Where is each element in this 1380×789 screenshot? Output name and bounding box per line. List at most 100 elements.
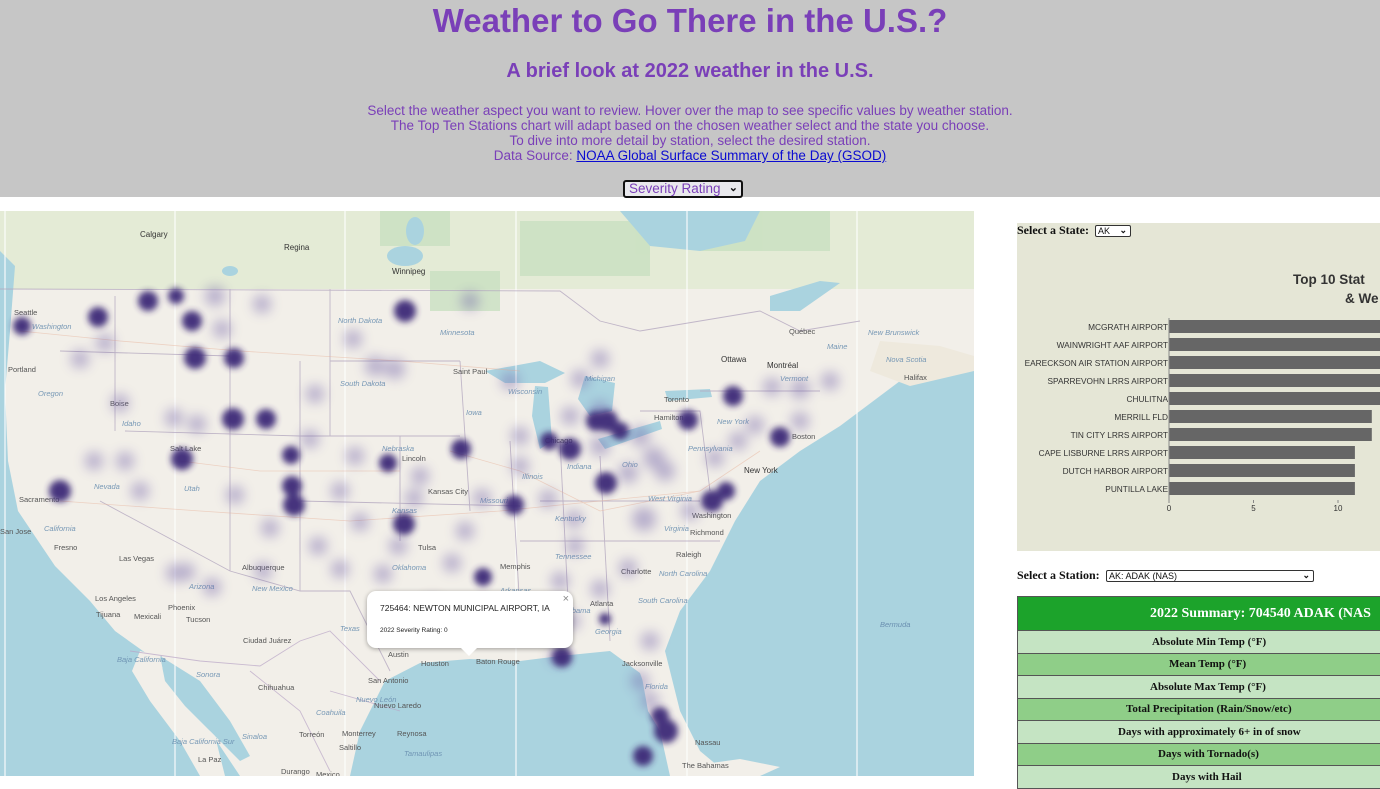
svg-text:Nova Scotia: Nova Scotia [886,355,926,364]
chart-x-tick-label: 0 [1167,504,1172,513]
chart-bar[interactable] [1169,482,1355,495]
weather-heat-map[interactable]: Calgary Regina Winnipeg Seattle Portland… [0,211,974,776]
tooltip-station-name: 725464: NEWTON MUNICIPAL AIRPORT, IA [380,603,550,613]
weather-aspect-select[interactable]: Severity Rating ⌄ [623,180,743,198]
chart-x-tick-label: 10 [1334,504,1343,513]
svg-text:Kansas City: Kansas City [428,487,468,496]
svg-text:Idaho: Idaho [122,419,141,428]
page-title: Weather to Go There in the U.S.? [0,2,1380,40]
chart-category-label: MCGRATH AIRPORT [1088,322,1168,332]
svg-text:Nuevo León: Nuevo León [356,695,396,704]
svg-text:Indiana: Indiana [567,462,592,471]
svg-text:Atlanta: Atlanta [590,599,614,608]
intro-text-1: Select the weather aspect you want to re… [0,103,1380,118]
svg-text:San Jose: San Jose [0,527,31,536]
svg-text:Durango: Durango [281,767,310,776]
chart-bar[interactable] [1169,338,1380,351]
table-row: Absolute Max Temp (°F) [1018,676,1380,699]
svg-text:Austin: Austin [388,650,409,659]
chart-bar[interactable] [1169,374,1380,387]
svg-text:Sinaloa: Sinaloa [242,732,267,741]
svg-text:Mexico: Mexico [316,770,340,776]
svg-text:Tulsa: Tulsa [418,543,437,552]
svg-text:Oklahoma: Oklahoma [392,563,426,572]
chart-x-tick-label: 5 [1251,504,1256,513]
svg-text:Sonora: Sonora [196,670,220,679]
svg-text:Iowa: Iowa [466,408,482,417]
svg-text:Nevada: Nevada [94,482,120,491]
tooltip-station-value: 2022 Severity Rating: 0 [380,627,448,634]
svg-text:Memphis: Memphis [500,562,531,571]
station-select-label: Select a Station: [1017,568,1100,583]
summary-row-label: Total Precipitation (Rain/Snow/etc) [1018,698,1380,721]
svg-text:Halifax: Halifax [904,373,927,382]
chart-bar[interactable] [1169,356,1380,369]
svg-text:Nebraska: Nebraska [382,444,414,453]
weather-aspect-value: Severity Rating [629,181,721,196]
chart-category-label: CAPE LISBURNE LRRS AIRPORT [1039,448,1168,458]
state-select[interactable]: AK ⌄ [1095,225,1131,237]
svg-text:Phoenix: Phoenix [168,603,195,612]
station-tooltip: 725464: NEWTON MUNICIPAL AIRPORT, IA 202… [367,591,573,648]
data-source-link[interactable]: NOAA Global Surface Summary of the Day (… [576,148,886,163]
chart-bar[interactable] [1169,392,1380,405]
station-select-value: AK: ADAK (NAS) [1109,571,1177,581]
top-ten-chart-panel: MCGRATH AIRPORTWAINWRIGHT AAF AIRPORTEAR… [1017,223,1380,551]
svg-text:Tamaulipas: Tamaulipas [404,749,442,758]
svg-text:The Bahamas: The Bahamas [682,761,729,770]
table-row: Mean Temp (°F) [1018,653,1380,676]
svg-text:Saint Paul: Saint Paul [453,367,488,376]
data-source-label: Data Source: [494,148,577,163]
svg-text:Los Angeles: Los Angeles [95,594,136,603]
svg-text:Chihuahua: Chihuahua [258,683,295,692]
svg-text:Saltillo: Saltillo [339,743,361,752]
chart-bar[interactable] [1169,464,1355,477]
chart-category-label: CHULITNA [1127,394,1169,404]
summary-row-label: Days with Tornado(s) [1018,743,1380,766]
svg-text:Boston: Boston [792,432,815,441]
svg-text:Portland: Portland [8,365,36,374]
svg-text:Raleigh: Raleigh [676,550,701,559]
svg-text:Fresno: Fresno [54,543,77,552]
svg-text:Oregon: Oregon [38,389,63,398]
svg-text:Virginia: Virginia [664,524,689,533]
svg-text:New York: New York [717,417,750,426]
svg-text:Montréal: Montréal [767,361,798,370]
svg-text:Ottawa: Ottawa [721,355,747,364]
chart-category-label: DUTCH HARBOR AIRPORT [1063,466,1168,476]
svg-text:New Mexico: New Mexico [252,584,293,593]
svg-text:Québec: Québec [789,327,816,336]
svg-text:Ciudad Juárez: Ciudad Juárez [243,636,292,645]
svg-text:Calgary: Calgary [140,230,168,239]
svg-text:Torreón: Torreón [299,730,324,739]
chart-bar[interactable] [1169,320,1380,333]
page-subtitle: A brief look at 2022 weather in the U.S. [0,60,1380,83]
chart-bar[interactable] [1169,446,1355,459]
svg-text:California: California [44,524,76,533]
svg-text:Lincoln: Lincoln [402,454,426,463]
svg-text:Tijuana: Tijuana [96,610,121,619]
svg-text:Toronto: Toronto [664,395,689,404]
chart-category-label: MERRILL FLD [1114,412,1168,422]
svg-text:Nassau: Nassau [695,738,720,747]
svg-text:Baton Rouge: Baton Rouge [476,657,520,666]
chart-category-label: EARECKSON AIR STATION AIRPORT [1025,358,1168,368]
svg-text:San Antonio: San Antonio [368,676,408,685]
chart-category-label: SPARREVOHN LRRS AIRPORT [1048,376,1169,386]
chart-bar[interactable] [1169,428,1372,441]
station-summary-table: 2022 Summary: 704540 ADAK (NAS Absolute … [1017,596,1380,789]
svg-text:Coahuila: Coahuila [316,708,346,717]
table-row: Total Precipitation (Rain/Snow/etc) [1018,698,1380,721]
svg-text:Winnipeg: Winnipeg [392,267,425,276]
svg-text:Regina: Regina [284,243,310,252]
close-icon[interactable]: × [563,593,569,605]
chart-bar[interactable] [1169,410,1372,423]
svg-text:Georgia: Georgia [595,627,622,636]
svg-text:South Dakota: South Dakota [340,379,385,388]
svg-text:Washington: Washington [32,322,71,331]
station-select[interactable]: AK: ADAK (NAS) ⌄ [1106,570,1314,582]
svg-text:Seattle: Seattle [14,308,37,317]
svg-text:La Paz: La Paz [198,755,222,764]
map-canvas: Calgary Regina Winnipeg Seattle Portland… [0,211,974,776]
svg-text:Las Vegas: Las Vegas [119,554,154,563]
